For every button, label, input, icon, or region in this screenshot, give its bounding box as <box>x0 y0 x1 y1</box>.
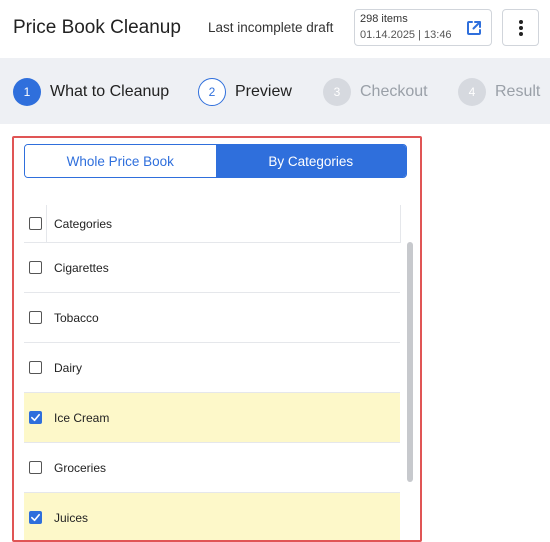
draft-label: Last incomplete draft <box>208 20 334 35</box>
step-number: 4 <box>458 78 486 106</box>
check-icon <box>31 413 40 422</box>
step-what-to-cleanup[interactable]: 1 What to Cleanup <box>13 78 169 106</box>
select-all-checkbox[interactable] <box>29 217 42 230</box>
step-label: Result <box>495 83 541 100</box>
list-item-label: Juices <box>54 510 89 525</box>
list-item-label: Cigarettes <box>54 260 109 275</box>
draft-info-box[interactable]: 298 items 01.14.2025 | 13:46 <box>354 9 492 46</box>
app-header: Price Book Cleanup Last incomplete draft… <box>0 0 550 58</box>
step-result[interactable]: 4 Result <box>458 78 540 106</box>
list-item-label: Ice Cream <box>54 410 110 425</box>
list-item[interactable]: Cigarettes <box>24 243 400 293</box>
step-number: 3 <box>323 78 351 106</box>
list-item[interactable]: Tobacco <box>24 293 400 343</box>
step-label: Preview <box>235 83 292 100</box>
list-item-label: Dairy <box>54 360 83 375</box>
step-number: 1 <box>13 78 41 106</box>
list-header-label: Categories <box>54 216 113 231</box>
by-categories-option[interactable]: By Categories <box>215 145 406 177</box>
list-item[interactable]: Ice Cream <box>24 393 400 443</box>
checkbox[interactable] <box>29 461 42 474</box>
more-menu-button[interactable] <box>502 9 539 46</box>
whole-price-book-option[interactable]: Whole Price Book <box>25 145 216 177</box>
step-label: What to Cleanup <box>50 83 170 100</box>
step-checkout[interactable]: 3 Checkout <box>323 78 428 106</box>
list-scrollbar[interactable] <box>407 242 413 482</box>
step-number: 2 <box>198 78 226 106</box>
checkbox[interactable] <box>29 261 42 274</box>
cleanup-scope-toggle: Whole Price Book By Categories <box>24 144 407 178</box>
checkbox[interactable] <box>29 311 42 324</box>
wizard-stepper: 1 What to Cleanup 2 Preview 3 Checkout 4… <box>0 58 550 124</box>
list-item[interactable]: Groceries <box>24 443 400 493</box>
checkbox-checked[interactable] <box>29 511 42 524</box>
list-item[interactable]: Juices <box>24 493 400 540</box>
step-preview[interactable]: 2 Preview <box>198 78 292 106</box>
checkbox-checked[interactable] <box>29 411 42 424</box>
list-header-row: Categories <box>24 205 401 243</box>
page-title: Price Book Cleanup <box>13 17 181 38</box>
more-vertical-icon <box>519 20 523 24</box>
cleanup-panel: Whole Price Book By Categories Categorie… <box>12 136 422 542</box>
draft-timestamp: 01.14.2025 | 13:46 <box>360 29 452 41</box>
external-link-icon[interactable] <box>464 18 484 38</box>
categories-list: Categories Cigarettes Tobacco Dairy Ice … <box>24 205 401 540</box>
list-item[interactable]: Dairy <box>24 343 400 393</box>
check-icon <box>31 513 40 522</box>
list-item-label: Tobacco <box>54 310 99 325</box>
step-label: Checkout <box>360 83 428 100</box>
draft-item-count: 298 items <box>360 13 408 25</box>
checkbox[interactable] <box>29 361 42 374</box>
list-item-label: Groceries <box>54 460 107 475</box>
